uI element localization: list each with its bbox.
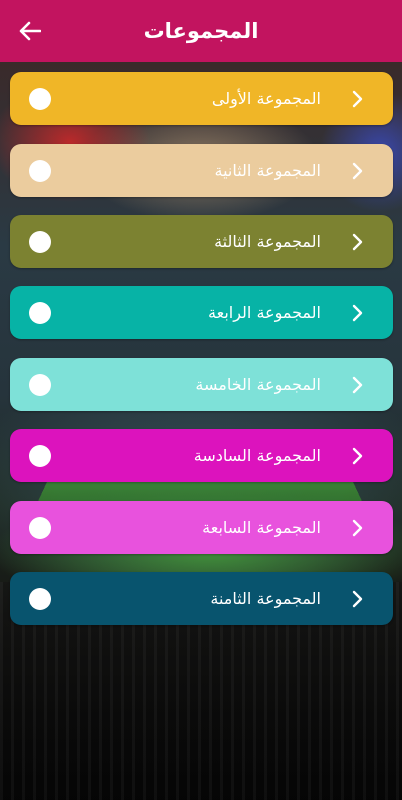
group-label: المجموعة الثانية: [214, 161, 321, 180]
radio-button[interactable]: [29, 302, 51, 324]
group-item-6[interactable]: المجموعة السادسة: [10, 429, 393, 482]
group-label: المجموعة الأولى: [211, 89, 321, 108]
group-item-3[interactable]: المجموعة الثالثة: [10, 215, 393, 268]
group-item-8[interactable]: المجموعة الثامنة: [10, 572, 393, 625]
radio-button[interactable]: [29, 588, 51, 610]
group-label: المجموعة الثالثة: [214, 232, 321, 251]
chevron-right-icon: [352, 162, 363, 180]
chevron-right-icon: [352, 590, 363, 608]
radio-button[interactable]: [29, 231, 51, 253]
radio-button[interactable]: [29, 88, 51, 110]
chevron-right-icon: [352, 376, 363, 394]
chevron-right-icon: [352, 90, 363, 108]
radio-button[interactable]: [29, 374, 51, 396]
group-item-4[interactable]: المجموعة الرابعة: [10, 286, 393, 339]
group-item-7[interactable]: المجموعة السابعة: [10, 501, 393, 554]
radio-button[interactable]: [29, 445, 51, 467]
group-label: المجموعة السابعة: [202, 518, 321, 537]
group-item-1[interactable]: المجموعة الأولى: [10, 72, 393, 125]
chevron-right-icon: [352, 519, 363, 537]
chevron-right-icon: [352, 233, 363, 251]
group-item-5[interactable]: المجموعة الخامسة: [10, 358, 393, 411]
app-bar: المجموعات: [0, 0, 402, 62]
group-label: المجموعة الخامسة: [195, 375, 321, 394]
arrow-left-icon: [19, 21, 41, 41]
chevron-right-icon: [352, 447, 363, 465]
group-label: المجموعة الرابعة: [208, 303, 321, 322]
group-item-2[interactable]: المجموعة الثانية: [10, 144, 393, 197]
page-title: المجموعات: [143, 19, 259, 43]
radio-button[interactable]: [29, 517, 51, 539]
group-label: المجموعة السادسة: [193, 446, 321, 465]
back-button[interactable]: [14, 15, 46, 47]
radio-button[interactable]: [29, 160, 51, 182]
chevron-right-icon: [352, 304, 363, 322]
group-label: المجموعة الثامنة: [210, 589, 321, 608]
